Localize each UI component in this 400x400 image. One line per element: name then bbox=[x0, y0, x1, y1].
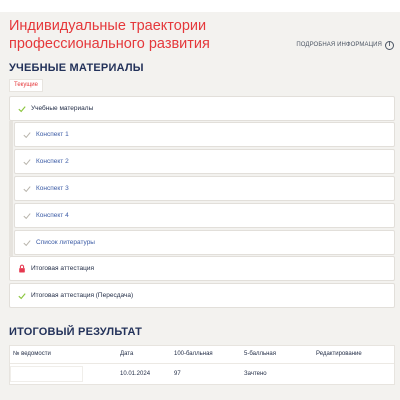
table-cell-date: 10.01.2024 bbox=[120, 371, 151, 377]
check-icon bbox=[22, 157, 31, 166]
column-header: Дата bbox=[120, 351, 134, 357]
column-header: 5-балльная bbox=[244, 351, 276, 357]
list-item-label: Конспект 2 bbox=[36, 158, 69, 165]
list-item-final-attestation-retake[interactable]: Итоговая аттестация (Пересдача) bbox=[9, 283, 395, 308]
list-item-label: Конспект 3 bbox=[36, 185, 69, 192]
top-bar bbox=[0, 0, 400, 12]
list-item-materials[interactable]: Учебные материалы bbox=[9, 96, 395, 121]
column-header: № ведомости bbox=[13, 351, 51, 357]
check-icon bbox=[17, 291, 26, 300]
column-header: Редактирование bbox=[316, 351, 362, 357]
check-icon bbox=[22, 238, 31, 247]
check-icon bbox=[22, 130, 31, 139]
list-item-konspekt-3[interactable]: Конспект 3 bbox=[14, 176, 395, 201]
check-icon bbox=[22, 184, 31, 193]
indent-guide bbox=[9, 121, 13, 256]
table-cell-score-100: 97 bbox=[174, 371, 181, 377]
list-item-konspekt-2[interactable]: Конспект 2 bbox=[14, 149, 395, 174]
lock-icon bbox=[17, 264, 26, 273]
info-icon[interactable]: i bbox=[385, 40, 394, 50]
list-item-label: Итоговая аттестация bbox=[31, 265, 94, 272]
result-table: № ведомости Дата 100-балльная 5-балльная… bbox=[9, 345, 395, 385]
table-row-divider bbox=[10, 363, 394, 364]
more-info-label[interactable]: Подробная информация bbox=[296, 42, 382, 48]
list-item-konspekt-4[interactable]: Конспект 4 bbox=[14, 203, 395, 228]
section-title-materials: Учебные материалы bbox=[9, 62, 144, 74]
list-item-label: Учебные материалы bbox=[31, 105, 94, 112]
list-item-literature[interactable]: Список литературы bbox=[14, 230, 395, 255]
list-item-konspekt-1[interactable]: Конспект 1 bbox=[14, 122, 395, 147]
list-item-final-attestation[interactable]: Итоговая аттестация bbox=[9, 256, 395, 281]
page-title: Индивидуальные траектории профессиональн… bbox=[9, 18, 210, 52]
page: Индивидуальные траектории профессиональн… bbox=[0, 0, 400, 400]
section-title-result: Итоговый результат bbox=[9, 326, 143, 338]
more-info-link[interactable]: Подробная информация i bbox=[296, 39, 394, 51]
list-item-label: Список литературы bbox=[36, 239, 95, 246]
table-cell-statement-number bbox=[10, 366, 83, 382]
list-item-label: Итоговая аттестация (Пересдача) bbox=[31, 292, 134, 299]
column-header: 100-балльная bbox=[174, 351, 213, 357]
check-icon bbox=[17, 104, 26, 113]
tab-current[interactable]: Текущие bbox=[9, 79, 43, 92]
list-item-label: Конспект 1 bbox=[36, 131, 69, 138]
check-icon bbox=[22, 211, 31, 220]
list-item-label: Конспект 4 bbox=[36, 212, 69, 219]
table-cell-score-5: Зачтено bbox=[244, 371, 267, 377]
